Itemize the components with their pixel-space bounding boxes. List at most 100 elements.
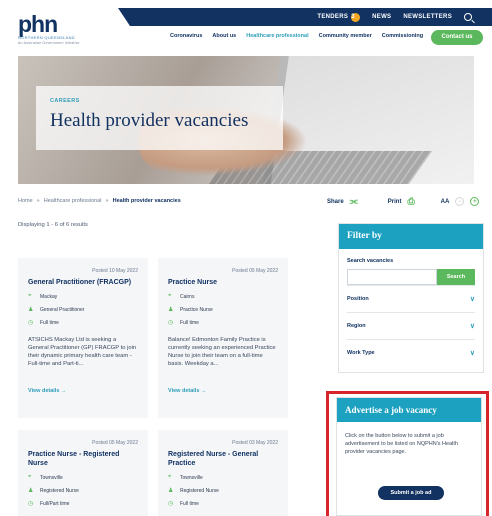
job-role: ♟ Registered Nurse bbox=[28, 487, 138, 495]
job-location-text: Mackay bbox=[40, 293, 58, 300]
filter-region-dropdown[interactable]: Region ∨ bbox=[347, 312, 475, 339]
job-location-text: Cairns bbox=[180, 293, 195, 300]
results-count: Displaying 1 - 6 of 6 results bbox=[18, 222, 88, 228]
submit-job-ad-button[interactable]: Submit a job ad bbox=[378, 486, 444, 500]
nav-item-commissioning[interactable]: Commissioning bbox=[377, 33, 428, 39]
search-vacancies-input[interactable] bbox=[347, 269, 437, 285]
breadcrumb-separator: » bbox=[105, 198, 109, 204]
people-icon: ♟ bbox=[168, 307, 174, 313]
print-icon[interactable]: ⎙ bbox=[407, 196, 414, 207]
job-location: ⌖ Mackay bbox=[28, 293, 138, 300]
clock-icon: ◷ bbox=[168, 501, 174, 507]
job-role-text: Registered Nurse bbox=[40, 487, 79, 494]
breadcrumb: Home » Healthcare professional » Health … bbox=[18, 198, 181, 204]
filter-region-label: Region bbox=[347, 323, 366, 329]
search-submit-button[interactable]: Search bbox=[437, 269, 475, 285]
nav-item-coronavirus[interactable]: Coronavirus bbox=[165, 33, 207, 39]
people-icon: ♟ bbox=[28, 488, 34, 494]
job-role-text: Registered Nurse bbox=[180, 487, 219, 494]
text-size-label: AA bbox=[440, 198, 450, 205]
job-posted-date: Posted 05 May 2022 bbox=[92, 440, 138, 446]
job-type-text: Full/Part time bbox=[40, 500, 70, 507]
nav-item-healthcare-professional[interactable]: Healthcare professional bbox=[241, 33, 313, 39]
job-title[interactable]: Practice Nurse - Registered Nurse bbox=[28, 450, 138, 468]
search-button[interactable] bbox=[464, 13, 472, 21]
chevron-down-icon: ∨ bbox=[469, 323, 475, 330]
filter-panel: Filter by Search vacancies Search Positi… bbox=[338, 223, 484, 373]
news-link[interactable]: NEWS bbox=[372, 14, 391, 20]
location-pin-icon: ⌖ bbox=[28, 293, 32, 299]
chevron-down-icon: ∨ bbox=[469, 296, 475, 303]
hero-eyebrow: CAREERS bbox=[50, 98, 80, 104]
contact-us-button[interactable]: Contact us bbox=[431, 30, 483, 45]
job-role: ♟ General Practitioner bbox=[28, 306, 138, 314]
location-pin-icon: ⌖ bbox=[168, 293, 172, 299]
job-type: ◷ Full/Part time bbox=[28, 500, 138, 508]
job-location-text: Townsville bbox=[40, 474, 63, 481]
people-icon: ♟ bbox=[28, 307, 34, 313]
logo-line-1: NORTHERN QUEENSLAND bbox=[18, 35, 75, 40]
job-location-text: Townsville bbox=[180, 474, 203, 481]
tenders-link[interactable]: TENDERS 3 bbox=[317, 12, 361, 22]
job-type: ◷ Full time bbox=[168, 319, 278, 327]
advertise-heading: Advertise a job vacancy bbox=[337, 398, 481, 422]
search-icon bbox=[464, 13, 472, 21]
nav-item-about-us[interactable]: About us bbox=[207, 33, 241, 39]
job-type-text: Full time bbox=[180, 500, 199, 507]
clock-icon: ◷ bbox=[28, 320, 34, 326]
people-icon: ♟ bbox=[168, 488, 174, 494]
decrease-text-icon[interactable]: − bbox=[455, 197, 465, 206]
job-description: ATSICHS Mackay Ltd is seeking a General … bbox=[28, 337, 137, 367]
job-title[interactable]: Registered Nurse - General Practice bbox=[168, 450, 278, 468]
view-details-link[interactable]: View details → bbox=[168, 388, 278, 394]
page-tools: Share ⫘ Print ⎙ AA − + bbox=[327, 196, 480, 207]
print-label[interactable]: Print bbox=[388, 199, 402, 205]
tenders-count-badge: 3 bbox=[351, 12, 361, 22]
breadcrumb-home[interactable]: Home bbox=[18, 198, 33, 204]
filter-position-label: Position bbox=[347, 296, 369, 302]
site-logo[interactable]: phn NORTHERN QUEENSLAND An Australian Go… bbox=[18, 11, 80, 46]
hero-title-panel: CAREERS Health provider vacancies bbox=[36, 86, 283, 150]
share-label[interactable]: Share bbox=[327, 199, 344, 205]
logo-mark: phn bbox=[18, 11, 58, 37]
advertise-text: Click on the button below to submit a jo… bbox=[345, 433, 458, 455]
increase-text-icon[interactable]: + bbox=[470, 197, 480, 206]
nav-item-community-member[interactable]: Community member bbox=[314, 33, 377, 39]
job-posted-date: Posted 03 May 2022 bbox=[232, 440, 278, 446]
filter-work-type-label: Work Type bbox=[347, 350, 375, 356]
logo-line-2: An Australian Government Initiative bbox=[18, 41, 80, 45]
job-location: ⌖ Cairns bbox=[168, 293, 278, 300]
job-type: ◷ Full time bbox=[168, 500, 278, 508]
breadcrumb-current: Health provider vacancies bbox=[112, 198, 181, 204]
page-title: Health provider vacancies bbox=[50, 110, 249, 131]
job-role: ♟ Registered Nurse bbox=[168, 487, 278, 495]
breadcrumb-separator: » bbox=[36, 198, 40, 204]
job-description: Balance! Edmonton Family Practice is cur… bbox=[168, 337, 276, 367]
job-card[interactable]: Posted 10 May 2022 General Practitioner … bbox=[18, 258, 148, 418]
clock-icon: ◷ bbox=[28, 501, 34, 507]
view-details-link[interactable]: View details → bbox=[28, 388, 138, 394]
job-type-text: Full time bbox=[40, 319, 59, 326]
tenders-label: TENDERS bbox=[317, 14, 349, 20]
share-icon[interactable]: ⫘ bbox=[350, 196, 358, 207]
job-type: ◷ Full time bbox=[28, 319, 138, 327]
filter-work-type-dropdown[interactable]: Work Type ∨ bbox=[347, 339, 475, 366]
job-card[interactable]: Posted 05 May 2022 Practice Nurse - Regi… bbox=[18, 430, 148, 516]
job-role-text: Practice Nurse bbox=[180, 306, 213, 313]
main-nav: Coronavirus About us Healthcare professi… bbox=[165, 33, 428, 39]
location-pin-icon: ⌖ bbox=[168, 474, 172, 480]
job-title[interactable]: General Practitioner (FRACGP) bbox=[28, 278, 138, 287]
search-row: Search bbox=[347, 269, 475, 285]
job-title[interactable]: Practice Nurse bbox=[168, 278, 278, 287]
breadcrumb-section[interactable]: Healthcare professional bbox=[44, 198, 102, 204]
job-role-text: General Practitioner bbox=[40, 306, 85, 313]
filter-position-dropdown[interactable]: Position ∨ bbox=[347, 285, 475, 312]
job-location: ⌖ Townsville bbox=[168, 474, 278, 481]
job-card[interactable]: Posted 03 May 2022 Registered Nurse - Ge… bbox=[158, 430, 288, 516]
utility-bar: TENDERS 3 NEWS NEWSLETTERS bbox=[118, 8, 492, 26]
search-vacancies-label: Search vacancies bbox=[347, 258, 394, 264]
job-type-text: Full time bbox=[180, 319, 199, 326]
job-card[interactable]: Posted 05 May 2022 Practice Nurse ⌖ Cairn… bbox=[158, 258, 288, 418]
newsletters-link[interactable]: NEWSLETTERS bbox=[403, 14, 452, 20]
advertise-panel: Advertise a job vacancy Click on the but… bbox=[336, 397, 482, 516]
